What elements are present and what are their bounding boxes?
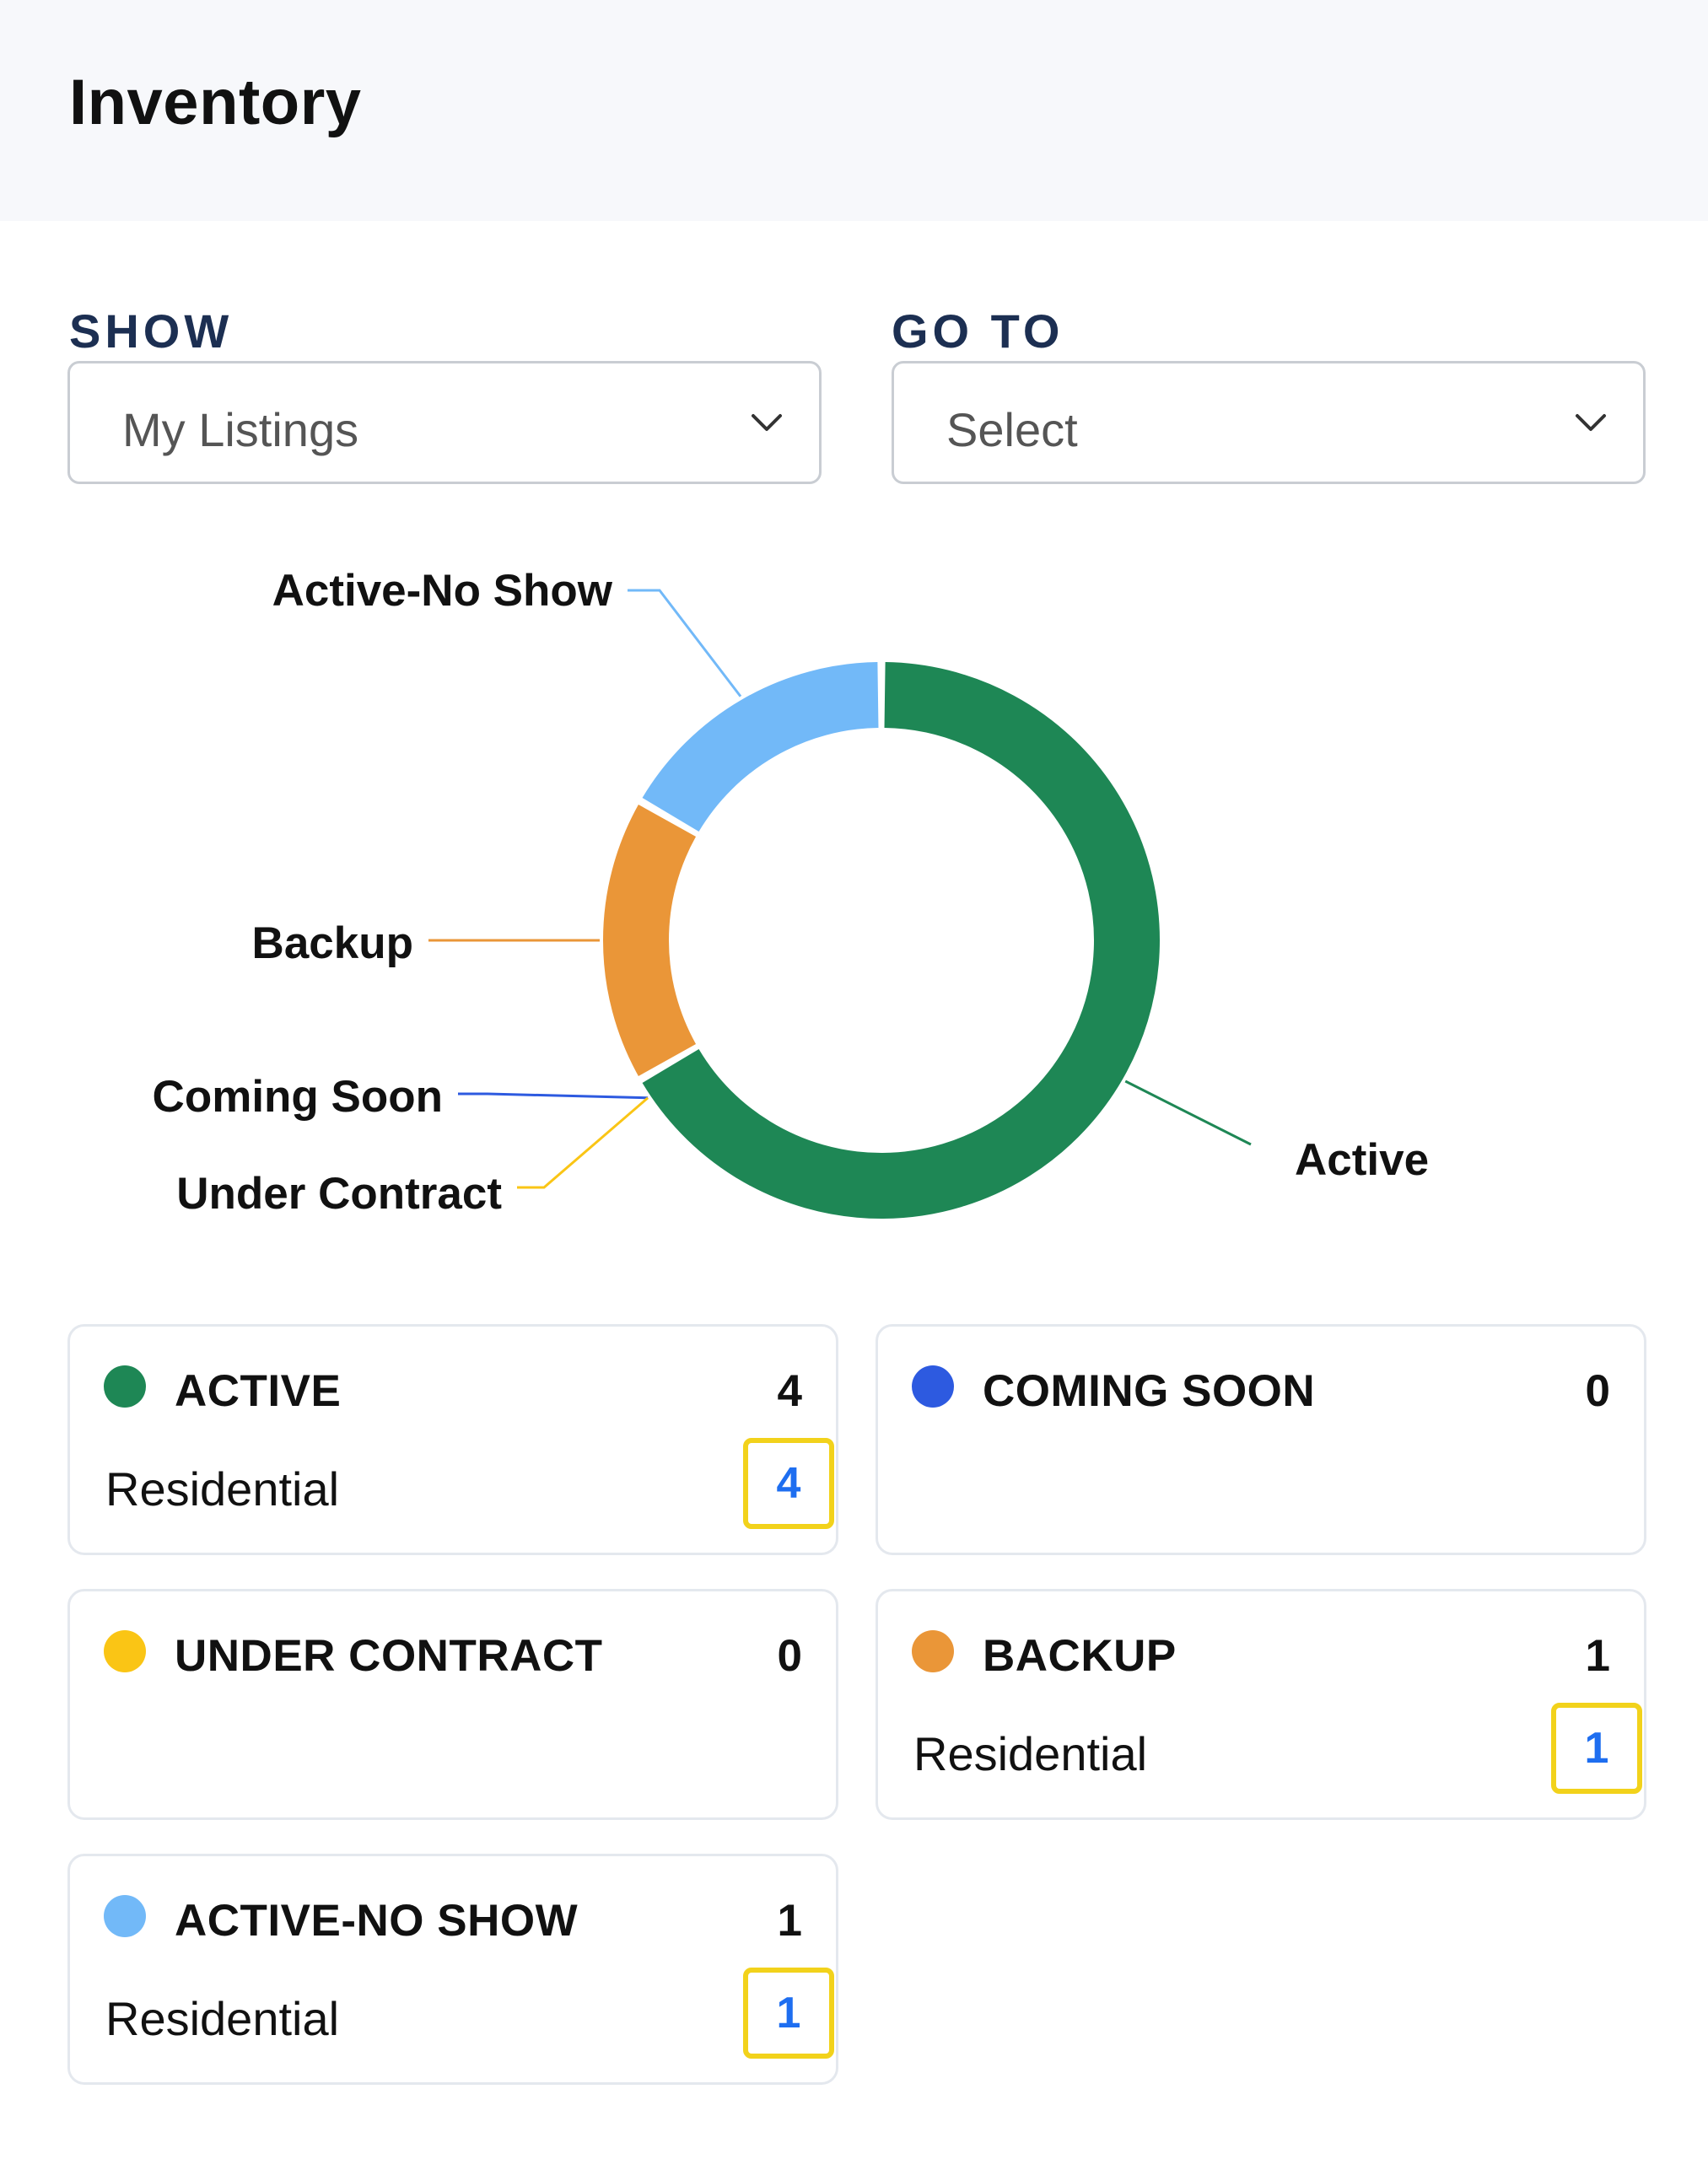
residential-count-link[interactable]: 1 <box>743 1968 834 2059</box>
status-dot <box>912 1365 954 1408</box>
page-title: Inventory <box>69 67 362 138</box>
donut-slice-active-no-show[interactable] <box>642 662 880 832</box>
show-select[interactable]: My Listings <box>67 361 822 484</box>
show-label: SHOW <box>69 304 234 358</box>
chevron-down-icon <box>752 414 782 431</box>
show-select-value: My Listings <box>122 403 359 456</box>
goto-select[interactable]: Select <box>892 361 1646 484</box>
residential-count-link[interactable]: 4 <box>743 1438 834 1529</box>
donut-label: Active <box>1295 1135 1429 1185</box>
donut-leader-line <box>1124 1080 1252 1146</box>
donut-slice-backup[interactable] <box>603 805 697 1076</box>
status-card-coming-soon: COMING SOON 0 <box>876 1324 1646 1555</box>
status-card-active: ACTIVE 4 Residential 4 <box>67 1324 838 1555</box>
donut-leader-line <box>458 1092 649 1100</box>
residential-count-link[interactable]: 1 <box>1551 1703 1642 1794</box>
donut-leader-line <box>517 1096 649 1189</box>
status-dot <box>104 1630 146 1672</box>
card-total: 1 <box>1585 1631 1610 1681</box>
status-dot <box>104 1365 146 1408</box>
donut-label: Backup <box>252 918 413 968</box>
card-title: ACTIVE <box>175 1366 342 1416</box>
card-title: ACTIVE-NO SHOW <box>175 1896 579 1946</box>
donut-label: Coming Soon <box>153 1072 443 1122</box>
status-card-under-contract: UNDER CONTRACT 0 <box>67 1589 838 1820</box>
status-dot <box>912 1630 954 1672</box>
card-sub-label: Residential <box>913 1727 1148 1780</box>
donut-label: Active-No Show <box>272 566 613 616</box>
status-card-backup: BACKUP 1 Residential 1 <box>876 1589 1646 1820</box>
card-sub-label: Residential <box>105 1992 340 2045</box>
card-total: 1 <box>777 1896 802 1946</box>
card-title: BACKUP <box>983 1631 1177 1681</box>
status-dot <box>104 1895 146 1937</box>
donut-leader-line <box>628 589 742 697</box>
card-sub-label: Residential <box>105 1462 340 1516</box>
inventory-donut-chart: Active Coming Soon Under Contract Backup Act… <box>153 566 1430 1219</box>
card-title: COMING SOON <box>983 1366 1316 1416</box>
page-header: Inventory <box>0 0 1708 221</box>
donut-label: Under Contract <box>176 1169 502 1219</box>
card-total: 0 <box>1585 1366 1610 1416</box>
card-total: 0 <box>777 1631 802 1681</box>
card-total: 4 <box>777 1366 802 1416</box>
goto-select-value: Select <box>946 403 1078 456</box>
goto-label: GO TO <box>892 304 1064 358</box>
chevron-down-icon <box>1576 414 1606 431</box>
status-card-active-no-show: ACTIVE-NO SHOW 1 Residential 1 <box>67 1854 838 2085</box>
card-title: UNDER CONTRACT <box>175 1631 603 1681</box>
